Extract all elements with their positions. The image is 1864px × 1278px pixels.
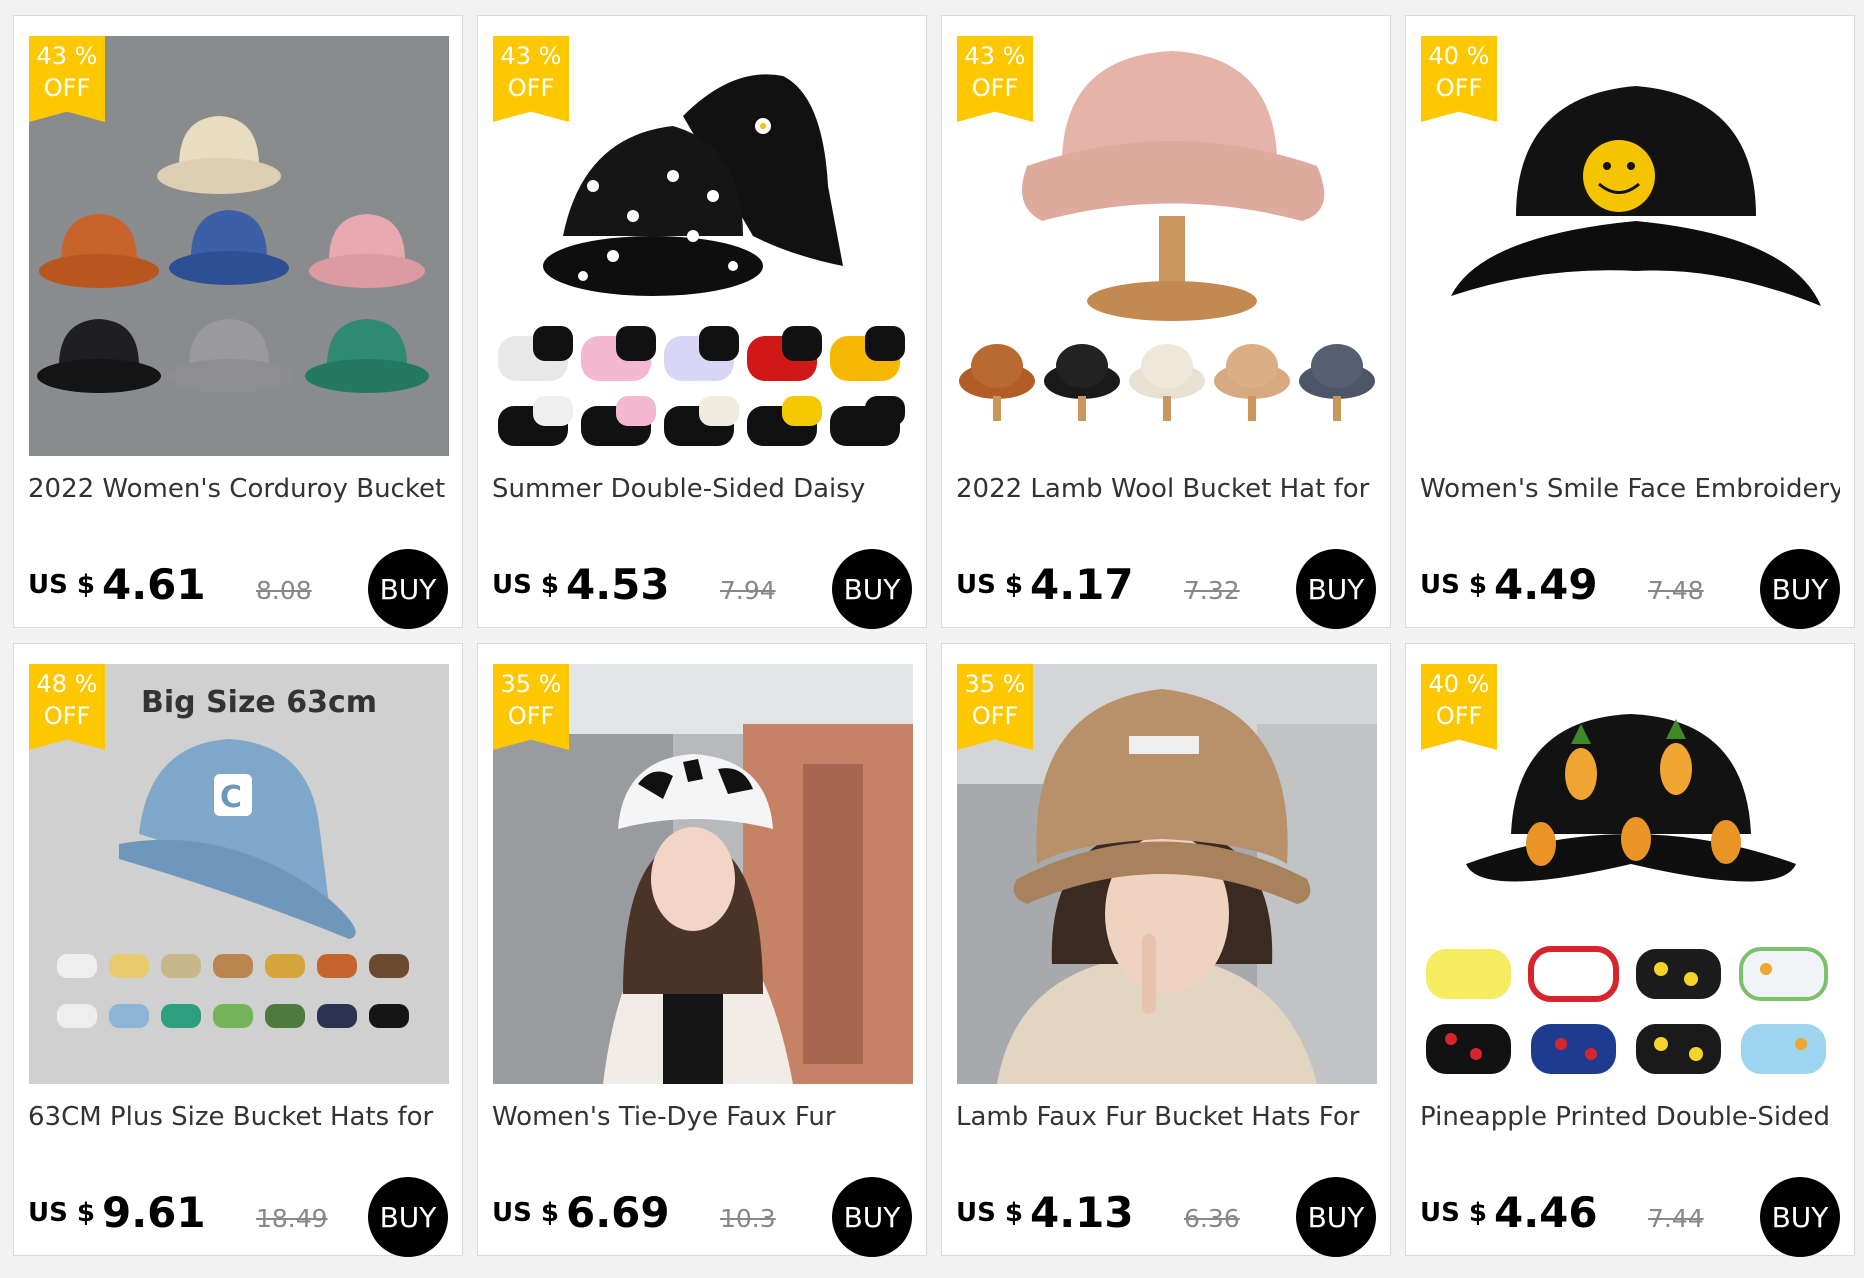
product-image[interactable]: 43 % OFF <box>29 36 449 456</box>
discount-off-label: OFF <box>1435 702 1483 730</box>
price-row: US $ 9.61 18.49 BUY <box>28 1174 448 1257</box>
discount-badge: 40 % OFF <box>1421 36 1497 122</box>
buy-button[interactable]: BUY <box>832 1177 912 1257</box>
price-row: US $ 4.13 6.36 BUY <box>956 1174 1376 1257</box>
price-row: US $ 6.69 10.3 BUY <box>492 1174 912 1257</box>
buy-button[interactable]: BUY <box>1760 1177 1840 1257</box>
product-title[interactable]: Pineapple Printed Double-Sided <box>1420 1102 1840 1142</box>
discount-off-label: OFF <box>43 702 91 730</box>
product-card[interactable]: 40 % OFF Pineapple Printed Double-Sided … <box>1405 643 1855 1257</box>
buy-button[interactable]: BUY <box>1760 549 1840 629</box>
discount-percent: 43 % <box>964 42 1026 70</box>
discount-off-label: OFF <box>1435 74 1483 102</box>
sale-price: 4.46 <box>1494 1188 1598 1237</box>
product-image[interactable]: 40 % OFF <box>1421 664 1841 1084</box>
product-title[interactable]: 2022 Women's Corduroy Bucket <box>28 474 448 514</box>
original-price: 18.49 <box>256 1204 328 1233</box>
discount-badge: 35 % OFF <box>957 664 1033 750</box>
product-card[interactable]: 43 % OFF 2022 Women's Corduroy Bucket US… <box>13 15 463 629</box>
discount-off-label: OFF <box>971 702 1019 730</box>
currency-label: US $ <box>956 1198 1023 1228</box>
sale-price: 4.13 <box>1030 1188 1134 1237</box>
sale-price: 4.17 <box>1030 560 1134 609</box>
product-grid: 43 % OFF 2022 Women's Corduroy Bucket US… <box>13 15 1855 1257</box>
currency-label: US $ <box>1420 570 1487 600</box>
discount-off-label: OFF <box>971 74 1019 102</box>
product-image[interactable]: 43 % OFF <box>957 36 1377 456</box>
discount-badge: 43 % OFF <box>493 36 569 122</box>
product-image[interactable]: 35 % OFF <box>957 664 1377 1084</box>
discount-percent: 40 % <box>1428 670 1490 698</box>
svg-text:C: C <box>220 780 242 815</box>
price-row: US $ 4.49 7.48 BUY <box>1420 546 1840 629</box>
discount-off-label: OFF <box>43 74 91 102</box>
product-card[interactable]: 43 % OFF Summer Double-Sided Daisy US $ … <box>477 15 927 629</box>
original-price: 7.48 <box>1648 576 1704 605</box>
price-row: US $ 4.61 8.08 BUY <box>28 546 448 629</box>
currency-label: US $ <box>28 1198 95 1228</box>
original-price: 8.08 <box>256 576 312 605</box>
original-price: 7.94 <box>720 576 776 605</box>
discount-off-label: OFF <box>507 702 555 730</box>
product-image[interactable]: 40 % OFF <box>1421 36 1841 456</box>
discount-badge: 43 % OFF <box>957 36 1033 122</box>
buy-button[interactable]: BUY <box>832 549 912 629</box>
currency-label: US $ <box>492 1198 559 1228</box>
image-caption: Big Size 63cm <box>141 685 377 720</box>
original-price: 7.44 <box>1648 1204 1704 1233</box>
product-card[interactable]: 48 % OFF Big Size 63cm C 63CM Plus Size … <box>13 643 463 1257</box>
sale-price: 4.49 <box>1494 560 1598 609</box>
product-title[interactable]: Women's Tie-Dye Faux Fur <box>492 1102 912 1142</box>
product-title[interactable]: Summer Double-Sided Daisy <box>492 474 912 514</box>
original-price: 7.32 <box>1184 576 1240 605</box>
price-row: US $ 4.17 7.32 BUY <box>956 546 1376 629</box>
original-price: 10.3 <box>720 1204 776 1233</box>
discount-badge: 48 % OFF <box>29 664 105 750</box>
original-price: 6.36 <box>1184 1204 1240 1233</box>
discount-off-label: OFF <box>507 74 555 102</box>
buy-button[interactable]: BUY <box>1296 549 1376 629</box>
discount-percent: 35 % <box>964 670 1026 698</box>
currency-label: US $ <box>28 570 95 600</box>
buy-button[interactable]: BUY <box>1296 1177 1376 1257</box>
product-card[interactable]: 43 % OFF 2022 Lamb Wool Bucket Hat for U… <box>941 15 1391 629</box>
discount-badge: 35 % OFF <box>493 664 569 750</box>
discount-percent: 43 % <box>36 42 98 70</box>
discount-badge: 40 % OFF <box>1421 664 1497 750</box>
buy-button[interactable]: BUY <box>368 1177 448 1257</box>
currency-label: US $ <box>956 570 1023 600</box>
price-row: US $ 4.53 7.94 BUY <box>492 546 912 629</box>
sale-price: 6.69 <box>566 1188 670 1237</box>
currency-label: US $ <box>1420 1198 1487 1228</box>
product-card[interactable]: 35 % OFF Women's Tie-Dye Faux Fur US $ 6… <box>477 643 927 1257</box>
product-image[interactable]: 35 % OFF <box>493 664 913 1084</box>
product-image[interactable]: 43 % OFF <box>493 36 913 456</box>
price-row: US $ 4.46 7.44 BUY <box>1420 1174 1840 1257</box>
product-title[interactable]: Women's Smile Face Embroidery <box>1420 474 1840 514</box>
product-title[interactable]: 2022 Lamb Wool Bucket Hat for <box>956 474 1376 514</box>
product-card[interactable]: 35 % OFF Lamb Faux Fur Bucket Hats For U… <box>941 643 1391 1257</box>
buy-button[interactable]: BUY <box>368 549 448 629</box>
product-title[interactable]: 63CM Plus Size Bucket Hats for <box>28 1102 448 1142</box>
discount-percent: 40 % <box>1428 42 1490 70</box>
currency-label: US $ <box>492 570 559 600</box>
product-title[interactable]: Lamb Faux Fur Bucket Hats For <box>956 1102 1376 1142</box>
sale-price: 9.61 <box>102 1188 206 1237</box>
discount-percent: 35 % <box>500 670 562 698</box>
product-image[interactable]: 48 % OFF Big Size 63cm C <box>29 664 449 1084</box>
discount-percent: 43 % <box>500 42 562 70</box>
product-card[interactable]: 40 % OFF Women's Smile Face Embroidery U… <box>1405 15 1855 629</box>
sale-price: 4.53 <box>566 560 670 609</box>
discount-badge: 43 % OFF <box>29 36 105 122</box>
discount-percent: 48 % <box>36 670 98 698</box>
sale-price: 4.61 <box>102 560 206 609</box>
